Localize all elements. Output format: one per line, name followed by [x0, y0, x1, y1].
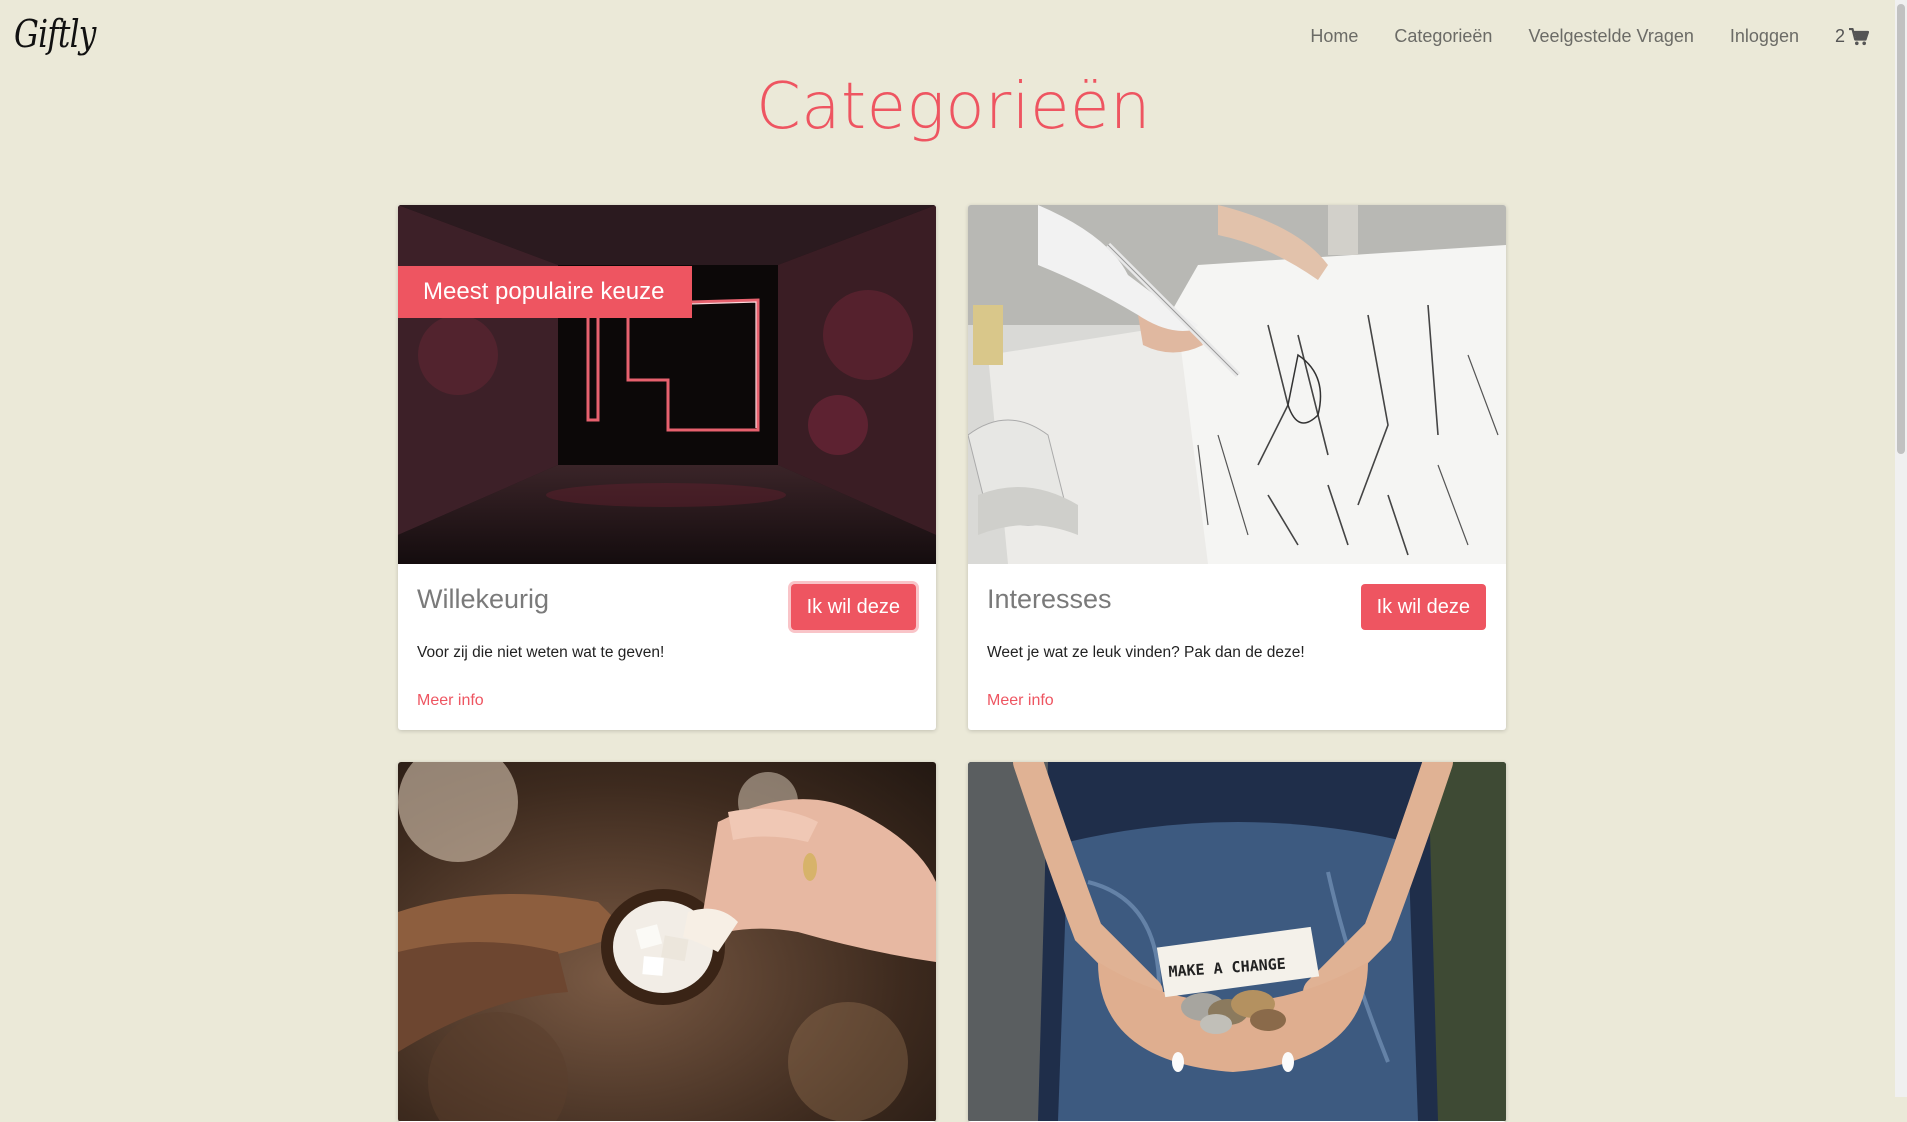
- nav-item-login[interactable]: Inloggen: [1730, 26, 1799, 47]
- neon-tunnel-image: [398, 205, 936, 564]
- card-image: [968, 205, 1506, 564]
- more-info-link[interactable]: Meer info: [417, 692, 484, 710]
- cart-button[interactable]: 2: [1835, 26, 1869, 47]
- nav-item-faq[interactable]: Veelgestelde Vragen: [1528, 26, 1693, 47]
- card-title: Interesses: [987, 584, 1112, 614]
- category-card-3: [398, 762, 936, 1122]
- cart-icon: [1849, 27, 1869, 45]
- category-card-interests: Interesses Ik wil deze Weet je wat ze le…: [968, 205, 1506, 730]
- vertical-scrollbar[interactable]: [1895, 0, 1907, 1097]
- more-info-link[interactable]: Meer info: [987, 692, 1054, 710]
- select-random-button[interactable]: Ik wil deze: [790, 584, 916, 630]
- card-image: Meest populaire keuze: [398, 205, 936, 564]
- nav-item-home[interactable]: Home: [1310, 26, 1358, 47]
- coconut-hands-image: [398, 762, 936, 1121]
- card-body: Willekeurig Ik wil deze Voor zij die nie…: [398, 564, 936, 730]
- category-card-4: MAKE A CHANGE: [968, 762, 1506, 1122]
- cart-count: 2: [1834, 26, 1845, 46]
- nav-links: Home Categorieën Veelgestelde Vragen Inl…: [1274, 26, 1869, 47]
- scrollbar-thumb[interactable]: [1897, 4, 1905, 454]
- card-body: Interesses Ik wil deze Weet je wat ze le…: [968, 564, 1506, 730]
- navbar: Giftly Home Categorieën Veelgestelde Vra…: [0, 0, 1907, 76]
- card-description: Voor zij die niet weten wat te geven!: [417, 644, 665, 661]
- page-title: Categorieën: [756, 70, 1151, 144]
- category-card-random: Meest populaire keuze Willekeurig Ik wil…: [398, 205, 936, 730]
- coins-hands-image: MAKE A CHANGE: [968, 762, 1506, 1121]
- nav-item-categories[interactable]: Categorieën: [1394, 26, 1492, 47]
- select-interests-button[interactable]: Ik wil deze: [1360, 584, 1486, 630]
- card-description: Weet je wat ze leuk vinden? Pak dan de d…: [987, 644, 1305, 661]
- brand-logo[interactable]: Giftly: [14, 12, 96, 56]
- card-image: [398, 762, 936, 1121]
- card-title: Willekeurig: [417, 584, 550, 614]
- popular-choice-ribbon: Meest populaire keuze: [398, 266, 693, 318]
- card-image: MAKE A CHANGE: [968, 762, 1506, 1121]
- sketching-image: [968, 205, 1506, 564]
